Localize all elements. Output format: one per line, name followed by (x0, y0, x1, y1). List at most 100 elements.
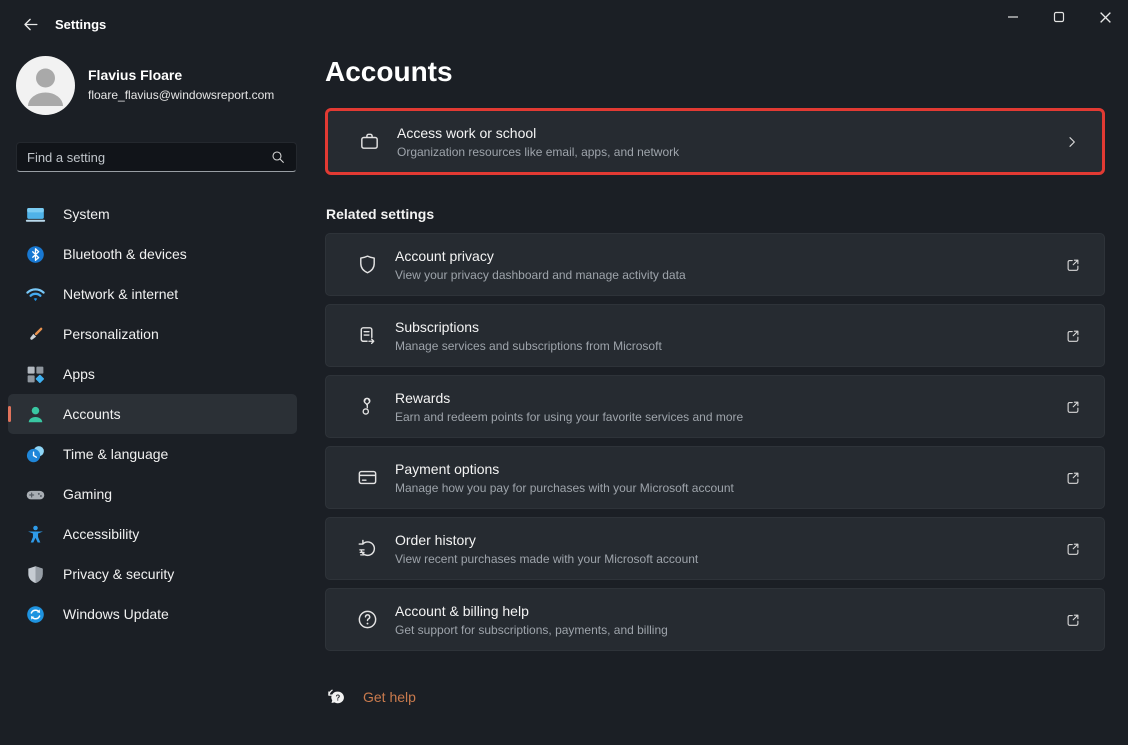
sidebar-item-apps[interactable]: Apps (8, 354, 297, 394)
apps-grid-icon (27, 366, 44, 383)
sidebar-item-system[interactable]: System (8, 194, 297, 234)
back-button[interactable] (12, 9, 48, 39)
paintbrush-icon (30, 327, 43, 340)
row-title: Rewards (395, 389, 451, 406)
row-subtitle: View your privacy dashboard and manage a… (395, 267, 686, 282)
profile-email: floare_flavius@windowsreport.com (88, 88, 275, 102)
close-button[interactable] (1082, 0, 1128, 34)
gaming-controller-icon (26, 490, 45, 499)
row-text: Access work or school Organization resou… (397, 125, 679, 159)
sidebar-item-personalization[interactable]: Personalization (8, 314, 297, 354)
search-input[interactable] (27, 149, 270, 165)
help-circle-icon (358, 610, 377, 629)
row-subtitle: Organization resources like email, apps,… (397, 144, 680, 159)
subscriptions-row[interactable]: Subscriptions Manage services and subscr… (325, 304, 1105, 367)
row-subtitle: View recent purchases made with your Mic… (395, 551, 699, 566)
close-icon (1099, 11, 1112, 24)
external-link-icon (1067, 330, 1079, 342)
row-title: Payment options (395, 460, 500, 477)
sidebar-item-windows-update[interactable]: Windows Update (8, 594, 297, 634)
row-end (1064, 469, 1082, 487)
sidebar-item-label: Personalization (63, 326, 159, 342)
minimize-icon (1007, 11, 1019, 23)
get-help-chat-icon: ? (328, 689, 344, 704)
sidebar-item-label: Gaming (63, 486, 113, 502)
shield-privacy-icon (28, 565, 43, 583)
row-title: Subscriptions (395, 318, 480, 335)
windows-update-icon (27, 605, 44, 623)
order-history-row[interactable]: Order history View recent purchases made… (325, 517, 1105, 580)
sidebar-item-label: Apps (63, 366, 95, 382)
row-end (1064, 540, 1082, 558)
get-help-label: Get help (363, 689, 416, 705)
row-subtitle: Manage how you pay for purchases with yo… (395, 480, 734, 495)
rewards-icon (362, 397, 371, 415)
row-end (1064, 327, 1082, 345)
network-wifi-icon (26, 287, 45, 301)
sidebar-item-label: Privacy & security (63, 566, 175, 582)
system-icon (25, 207, 46, 222)
chevron-right-icon (1069, 136, 1075, 147)
bluetooth-icon (27, 245, 44, 263)
external-link-icon (1067, 614, 1079, 626)
account-billing-help-row[interactable]: Account & billing help Get support for s… (325, 588, 1105, 651)
sidebar-item-label: Windows Update (63, 606, 169, 622)
row-subtitle: Manage services and subscriptions from M… (395, 338, 662, 353)
app-title: Settings (55, 17, 107, 32)
page-title: Accounts (325, 56, 453, 87)
external-link-icon (1067, 259, 1079, 271)
row-text: Order history View recent purchases made… (395, 532, 698, 566)
maximize-button[interactable] (1036, 0, 1082, 34)
accessibility-person-icon (28, 525, 43, 543)
row-title: Order history (395, 531, 476, 548)
sidebar-item-label: Accounts (63, 406, 121, 422)
access-work-or-school-row[interactable]: Access work or school Organization resou… (325, 108, 1105, 175)
row-text: Subscriptions Manage services and subscr… (395, 319, 662, 353)
row-text: Rewards Earn and redeem points for using… (395, 390, 743, 424)
sidebar-item-accessibility[interactable]: Accessibility (8, 514, 297, 554)
order-history-icon (358, 539, 376, 557)
profile-text: Flavius Floare floare_flavius@windowsrep… (88, 56, 274, 115)
get-help-link[interactable]: ? Get help (326, 686, 416, 708)
payment-options-row[interactable]: Payment options Manage how you pay for p… (325, 446, 1105, 509)
account-privacy-row[interactable]: Account privacy View your privacy dashbo… (325, 233, 1105, 296)
sidebar-item-label: Bluetooth & devices (63, 246, 187, 262)
sidebar-item-privacy-security[interactable]: Privacy & security (8, 554, 297, 594)
rewards-row[interactable]: Rewards Earn and redeem points for using… (325, 375, 1105, 438)
user-profile[interactable]: Flavius Floare floare_flavius@windowsrep… (16, 56, 274, 115)
row-subtitle: Get support for subscriptions, payments,… (395, 622, 668, 637)
window-controls (990, 0, 1128, 34)
row-text: Payment options Manage how you pay for p… (395, 461, 734, 495)
sidebar-item-bluetooth[interactable]: Bluetooth & devices (8, 234, 297, 274)
sidebar-item-gaming[interactable]: Gaming (8, 474, 297, 514)
sidebar-item-label: Network & internet (63, 286, 179, 302)
row-end (1064, 256, 1082, 274)
sidebar-item-label: System (63, 206, 110, 222)
row-text: Account & billing help Get support for s… (395, 603, 668, 637)
minimize-button[interactable] (990, 0, 1036, 34)
subscriptions-icon (360, 327, 375, 345)
external-link-icon (1067, 543, 1079, 555)
sidebar-item-network[interactable]: Network & internet (8, 274, 297, 314)
avatar (16, 56, 75, 115)
settings-window: Settings Flavius Floare floare_flavius@w… (0, 0, 1128, 745)
external-link-icon (1067, 401, 1079, 413)
maximize-icon (1053, 11, 1065, 23)
row-title: Access work or school (397, 124, 537, 141)
sidebar-item-time-language[interactable]: Time & language (8, 434, 297, 474)
row-subtitle: Earn and redeem points for using your fa… (395, 409, 744, 424)
related-settings-heading: Related settings (326, 206, 435, 222)
row-text: Account privacy View your privacy dashbo… (395, 248, 686, 282)
time-language-icon (26, 445, 44, 462)
row-title: Account & billing help (395, 602, 529, 619)
shield-icon (360, 255, 375, 274)
profile-name: Flavius Floare (88, 67, 183, 83)
back-arrow-icon (21, 15, 40, 34)
row-end (1064, 134, 1080, 150)
sidebar-item-accounts[interactable]: Accounts (8, 394, 297, 434)
payment-card-icon (358, 470, 377, 485)
selected-indicator (8, 406, 11, 422)
search-box[interactable] (16, 142, 297, 172)
row-title: Account privacy (395, 247, 494, 264)
sidebar-nav: System Bluetooth & devices Network & int… (8, 194, 297, 634)
